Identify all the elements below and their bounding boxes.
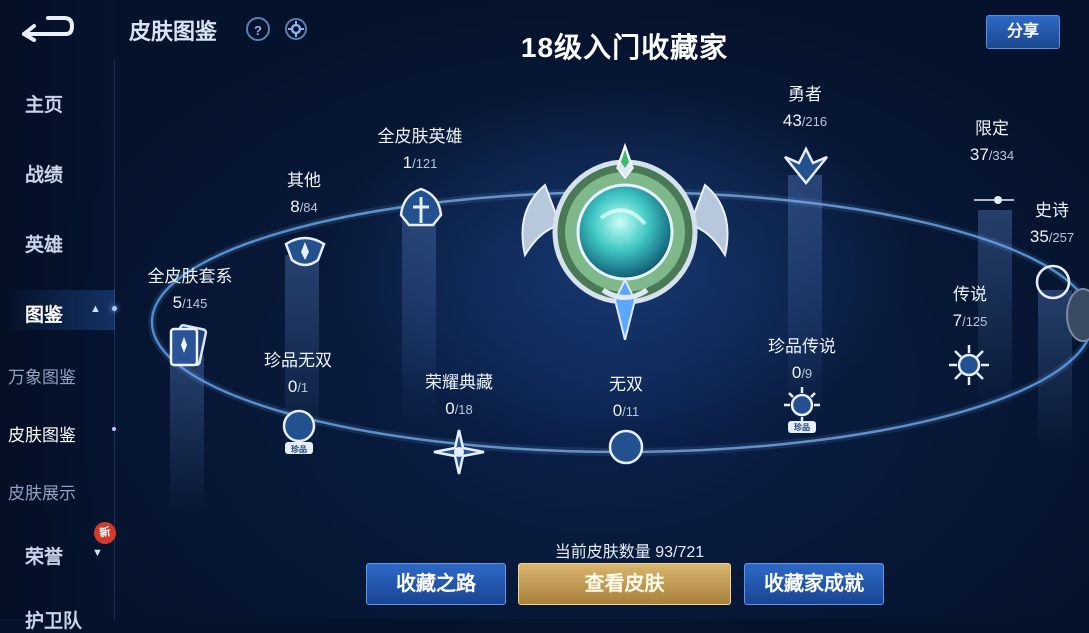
category-count: 43/216 xyxy=(782,111,828,130)
category-glory-collection[interactable]: 荣耀典藏 0/18 xyxy=(389,368,529,419)
sun-icon[interactable] xyxy=(945,343,993,387)
category-name: 勇者 xyxy=(788,85,822,104)
category-name: 限定 xyxy=(975,119,1009,138)
current-skin-count: 当前皮肤数量 93/721 xyxy=(554,544,705,561)
rare-tag: 珍品 xyxy=(291,445,307,454)
category-name: 史诗 xyxy=(1035,201,1069,220)
category-full-series[interactable]: 全皮肤套系 5/145 xyxy=(120,262,260,313)
category-name: 全皮肤套系 xyxy=(147,267,233,286)
category-epic[interactable]: 史诗 35/257 xyxy=(982,196,1089,247)
category-rare-legend[interactable]: 珍品传说 0/9 xyxy=(732,332,872,383)
rare-tag: 珍品 xyxy=(794,423,810,432)
collector-achievement-button[interactable]: 收藏家成就 xyxy=(744,563,884,605)
category-count: 35/257 xyxy=(1029,227,1075,246)
crest-icon[interactable] xyxy=(282,230,328,272)
beam xyxy=(170,355,204,515)
category-count: 0/11 xyxy=(612,401,640,420)
category-count: 0/18 xyxy=(445,399,473,418)
collection-path-button[interactable]: 收藏之路 xyxy=(366,563,506,605)
brave-star-icon[interactable] xyxy=(783,145,829,185)
category-count: 8/84 xyxy=(290,197,318,216)
category-name: 全皮肤英雄 xyxy=(377,127,463,146)
category-name: 荣耀典藏 xyxy=(425,373,493,392)
category-name: 珍品传说 xyxy=(768,337,836,356)
category-name: 无双 xyxy=(609,375,643,394)
category-count: 7/125 xyxy=(952,311,988,330)
category-count: 0/9 xyxy=(791,363,813,382)
category-other[interactable]: 其他 8/84 xyxy=(234,166,374,217)
category-rare-peerless[interactable]: 珍品无双 0/1 xyxy=(228,346,368,397)
category-limited[interactable]: 限定 37/334 xyxy=(922,114,1062,165)
category-name: 珍品无双 xyxy=(264,351,332,370)
peerless-crescent-icon[interactable] xyxy=(604,427,648,467)
helmet-icon[interactable] xyxy=(395,185,447,231)
category-count: 37/334 xyxy=(969,145,1015,164)
collector-emblem xyxy=(521,142,729,340)
category-legend[interactable]: 传说 7/125 xyxy=(900,280,1040,331)
category-count: 5/145 xyxy=(172,293,208,312)
category-count: 1/121 xyxy=(402,153,438,172)
category-brave[interactable]: 勇者 43/216 xyxy=(735,80,875,131)
category-peerless[interactable]: 无双 0/11 xyxy=(556,370,696,421)
category-full-hero[interactable]: 全皮肤英雄 1/121 xyxy=(350,122,490,173)
view-skins-button[interactable]: 查看皮肤 xyxy=(518,563,731,605)
cards-icon[interactable] xyxy=(163,323,215,373)
compass-star-icon[interactable] xyxy=(432,428,486,476)
category-name: 传说 xyxy=(953,285,987,304)
category-count: 0/1 xyxy=(287,377,309,396)
